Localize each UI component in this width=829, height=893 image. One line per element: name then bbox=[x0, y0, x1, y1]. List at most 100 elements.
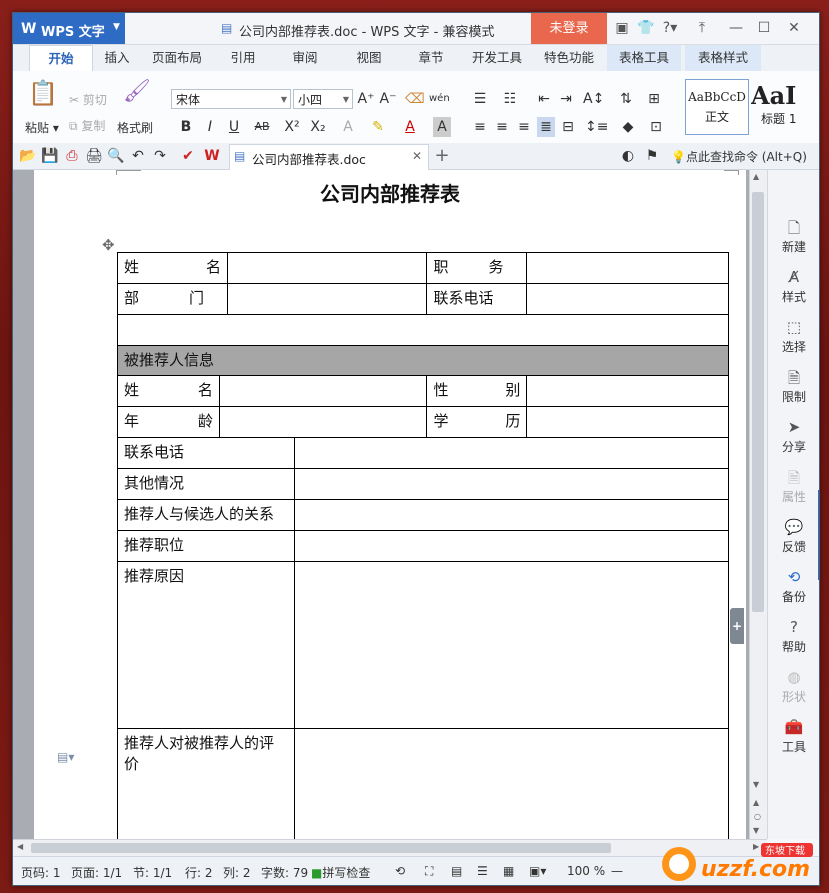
new-tab-icon[interactable]: + bbox=[433, 146, 451, 166]
table-cell[interactable] bbox=[293, 499, 730, 531]
borders-icon[interactable]: ⊡ bbox=[647, 117, 665, 137]
table-cell[interactable] bbox=[293, 530, 730, 562]
tab-features[interactable]: 特色功能 bbox=[539, 45, 599, 71]
table-cell[interactable] bbox=[293, 437, 730, 469]
cloud-doc-icon[interactable]: ◐ bbox=[619, 146, 637, 166]
cut-button[interactable]: ✂ 剪切 bbox=[69, 91, 107, 108]
side-style[interactable]: A̸ 样式 bbox=[768, 268, 819, 305]
font-size-select[interactable]: 小四 ▼ bbox=[293, 89, 353, 109]
table-cell[interactable]: 性别 bbox=[426, 375, 528, 407]
numbered-list-icon[interactable]: ☷ bbox=[501, 89, 519, 109]
table-cell[interactable]: 推荐原因 bbox=[117, 561, 295, 729]
side-restrict[interactable]: 🗎 限制 bbox=[768, 368, 819, 405]
page-nav-icon[interactable]: ▤▾ bbox=[57, 750, 74, 764]
side-feedback[interactable]: 💬 反馈 bbox=[768, 518, 819, 555]
next-page-icon[interactable]: ▼ bbox=[753, 826, 759, 835]
document-page[interactable]: 公司内部推荐表 ✥ 姓名 职务 部门 联系电话 被推荐人信息 姓 名 性 别 年… bbox=[34, 170, 746, 859]
side-properties[interactable]: 🗎 属性 bbox=[768, 468, 819, 505]
format-painter-icon[interactable]: 🖌 bbox=[123, 79, 151, 104]
scroll-down-icon[interactable]: ▼ bbox=[753, 780, 759, 789]
tab-review[interactable]: 审阅 bbox=[285, 45, 325, 71]
bullet-list-icon[interactable]: ☰ bbox=[471, 89, 489, 109]
highlight-icon[interactable]: ✎ bbox=[369, 117, 387, 137]
tab-page-layout[interactable]: 页面布局 bbox=[147, 45, 207, 71]
login-button[interactable]: 未登录 bbox=[531, 13, 607, 44]
table-cell[interactable] bbox=[117, 314, 729, 346]
table-cell[interactable] bbox=[218, 375, 428, 407]
style-normal[interactable]: AaBbCcD 正文 bbox=[685, 79, 749, 135]
sort-icon[interactable]: ⇅ bbox=[617, 89, 635, 109]
shirt-icon[interactable]: 👕 bbox=[637, 19, 655, 37]
table-cell[interactable]: 联系电话 bbox=[426, 283, 528, 315]
table-grid-icon[interactable]: ⊞ bbox=[645, 89, 663, 109]
app-menu-button[interactable]: W WPS 文字 ▼ bbox=[13, 13, 125, 44]
print-preview-icon[interactable]: 🔍 bbox=[107, 146, 125, 166]
help-dropdown-icon[interactable]: ?▾ bbox=[661, 19, 679, 37]
browse-object-icon[interactable]: ○ bbox=[754, 812, 761, 821]
table-cell[interactable] bbox=[226, 252, 428, 284]
table-cell[interactable]: 推荐职位 bbox=[117, 530, 295, 562]
minimize-icon[interactable]: — bbox=[727, 19, 745, 37]
table-cell[interactable]: 姓名 bbox=[117, 375, 220, 407]
close-tab-icon[interactable]: ✕ bbox=[412, 149, 422, 163]
italic-icon[interactable]: I bbox=[201, 117, 219, 137]
side-shape[interactable]: ◍ 形状 bbox=[768, 668, 819, 705]
wps-w-icon[interactable]: W bbox=[203, 146, 221, 166]
font-color-icon[interactable]: A bbox=[401, 117, 419, 137]
web-view-icon[interactable]: ▦ bbox=[503, 864, 514, 878]
scroll-left-icon[interactable]: ◀ bbox=[17, 842, 23, 851]
subscript-icon[interactable]: X₂ bbox=[309, 117, 327, 137]
side-backup[interactable]: ⟲ 备份 bbox=[768, 568, 819, 605]
open-folder-icon[interactable]: 📂 bbox=[19, 146, 37, 166]
table-cell[interactable] bbox=[526, 252, 729, 284]
command-search[interactable]: 💡点此查找命令 (Alt+Q) bbox=[671, 148, 807, 165]
tab-table-tools[interactable]: 表格工具 bbox=[607, 45, 681, 71]
increase-indent-icon[interactable]: ⇥ bbox=[557, 89, 575, 109]
maximize-icon[interactable]: ☐ bbox=[755, 19, 773, 37]
pdf-icon[interactable]: ⎙ bbox=[63, 146, 81, 166]
side-tools[interactable]: 🧰 工具 bbox=[768, 718, 819, 755]
table-cell[interactable]: 学历 bbox=[426, 406, 528, 438]
scroll-up-icon[interactable]: ▲ bbox=[753, 172, 759, 181]
table-cell[interactable] bbox=[526, 283, 729, 315]
table-cell[interactable] bbox=[526, 375, 729, 407]
redo-icon[interactable]: ↷ bbox=[151, 146, 169, 166]
read-mode-icon[interactable]: ▣▾ bbox=[529, 864, 546, 878]
upload-icon[interactable]: ⤒ bbox=[693, 19, 711, 37]
side-new[interactable]: 🗋 新建 bbox=[768, 218, 819, 255]
text-direction-icon[interactable]: A↕ bbox=[583, 89, 604, 109]
font-family-select[interactable]: 宋体 ▼ bbox=[171, 89, 291, 109]
phonetic-icon[interactable]: wén bbox=[429, 89, 450, 109]
page-view-icon[interactable]: ▤ bbox=[451, 864, 462, 878]
align-center-icon[interactable]: ≡ bbox=[493, 117, 511, 137]
tab-table-style[interactable]: 表格样式 bbox=[685, 45, 761, 71]
decrease-indent-icon[interactable]: ⇤ bbox=[535, 89, 553, 109]
save-icon[interactable]: 💾 bbox=[41, 146, 59, 166]
vertical-scrollbar[interactable]: ▲ ▼ ▲ ○ ▼ bbox=[749, 170, 767, 839]
table-cell[interactable]: 职务 bbox=[426, 252, 528, 284]
side-share[interactable]: ➤ 分享 bbox=[768, 418, 819, 455]
tab-home[interactable]: 开始 bbox=[29, 45, 93, 73]
tab-references[interactable]: 引用 bbox=[223, 45, 263, 71]
table-cell[interactable]: 联系电话 bbox=[117, 437, 295, 469]
copy-button[interactable]: ⧉ 复制 bbox=[69, 117, 105, 134]
tab-chapter[interactable]: 章节 bbox=[411, 45, 451, 71]
vertical-scroll-thumb[interactable] bbox=[752, 192, 764, 612]
clear-format-icon[interactable]: ⌫ bbox=[405, 89, 425, 109]
table-cell[interactable] bbox=[293, 561, 730, 729]
text-effect-icon[interactable]: A bbox=[339, 117, 357, 137]
section-header-cell[interactable]: 被推荐人信息 bbox=[117, 345, 729, 376]
table-move-handle-icon[interactable]: ✥ bbox=[102, 236, 115, 254]
shrink-font-icon[interactable]: A⁻ bbox=[379, 89, 397, 109]
paste-icon[interactable]: 📋 bbox=[27, 79, 59, 109]
strikethrough-icon[interactable]: AB bbox=[253, 117, 271, 137]
bold-icon[interactable]: B bbox=[177, 117, 195, 137]
format-painter-button[interactable]: 格式刷 bbox=[117, 119, 153, 136]
tab-view[interactable]: 视图 bbox=[349, 45, 389, 71]
superscript-icon[interactable]: X² bbox=[283, 117, 301, 137]
table-cell[interactable]: 姓名 bbox=[117, 252, 228, 284]
table-cell[interactable]: 部门 bbox=[117, 283, 228, 315]
grow-font-icon[interactable]: A⁺ bbox=[357, 89, 375, 109]
distribute-icon[interactable]: ⊟ bbox=[559, 117, 577, 137]
align-right-icon[interactable]: ≡ bbox=[515, 117, 533, 137]
